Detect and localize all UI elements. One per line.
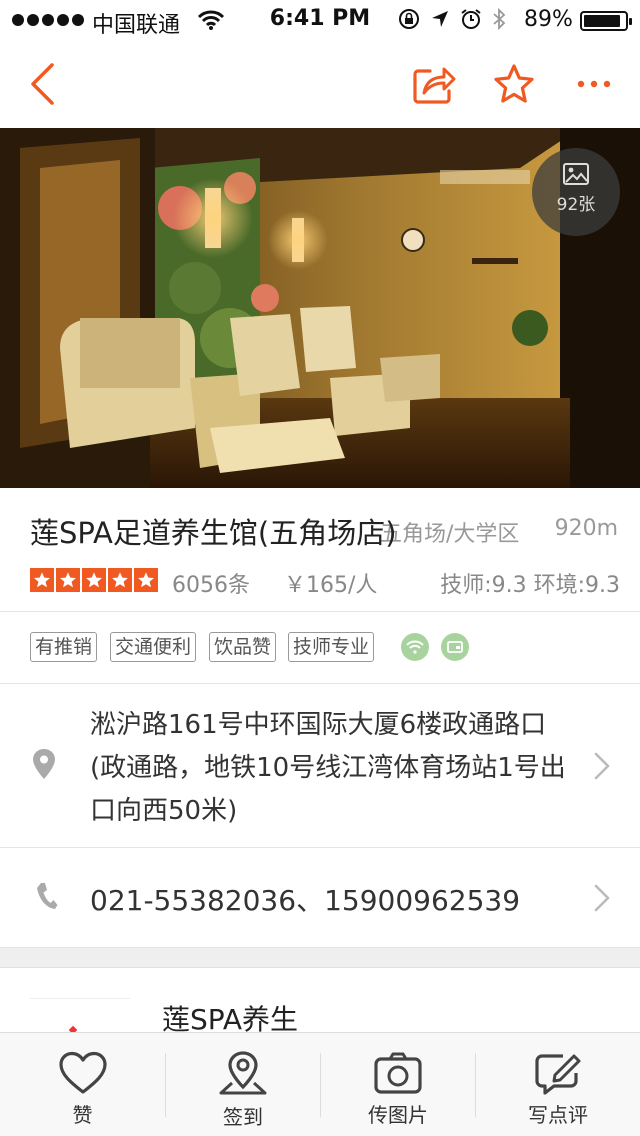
tag-item: 交通便利 xyxy=(110,632,197,662)
review-count[interactable]: 6056条 xyxy=(172,567,250,599)
navigation-bar xyxy=(0,40,640,128)
phone-icon xyxy=(37,883,58,909)
tag-item: 饮品赞 xyxy=(209,632,277,662)
like-label: 赞 xyxy=(72,1103,93,1127)
tag-item: 有推销 xyxy=(30,632,98,662)
shop-photo[interactable]: 92张 xyxy=(0,128,640,488)
bluetooth-icon xyxy=(493,8,506,30)
phone-number: 021-55382036、15900962539 xyxy=(90,884,521,917)
location-arrow-icon xyxy=(432,11,448,27)
chevron-left-icon xyxy=(31,63,54,105)
alarm-icon xyxy=(461,9,481,29)
chevron-right-icon xyxy=(594,752,610,780)
star-icon xyxy=(56,568,80,592)
shop-info: 五角场/大学区 莲SPA足道养生馆(五角场店) 920m 6056条 ￥165/… xyxy=(0,488,640,612)
card-payment-icon xyxy=(441,633,469,661)
address-row[interactable]: 淞沪路161号中环国际大厦6楼政通路口(政通路，地铁10号线江湾体育场站1号出口… xyxy=(0,684,640,848)
service-scores: 技师:9.3 环境:9.3 xyxy=(440,573,620,598)
bottom-action-bar: 赞 签到 传图片 写点评 xyxy=(0,1032,640,1136)
image-icon xyxy=(563,163,589,185)
rotation-lock-icon xyxy=(399,9,419,29)
status-bar: 中国联通 6:41 PM 89% xyxy=(0,0,640,40)
more-button[interactable] xyxy=(570,60,618,108)
more-icon xyxy=(577,80,611,88)
camera-icon xyxy=(374,1052,422,1094)
write-review-label: 写点评 xyxy=(528,1103,588,1127)
shop-area[interactable]: 五角场/大学区 xyxy=(380,516,519,548)
feature-tags: 有推销 交通便利 饮品赞 技师专业 xyxy=(0,612,640,684)
photo-count-badge[interactable]: 92张 xyxy=(532,148,620,236)
tag-item: 技师专业 xyxy=(288,632,375,662)
share-button[interactable] xyxy=(410,60,458,108)
battery-percentage: 89% xyxy=(524,7,573,32)
upload-photo-button[interactable]: 传图片 xyxy=(321,1033,475,1136)
location-pin-icon xyxy=(33,749,55,779)
battery-icon xyxy=(580,11,632,31)
section-divider xyxy=(0,948,640,968)
back-button[interactable] xyxy=(18,60,66,108)
location-pin-icon xyxy=(219,1051,267,1095)
average-price: ￥165/人 xyxy=(284,573,378,598)
star-icon xyxy=(134,568,158,592)
star-icon xyxy=(30,568,54,592)
rating-stars xyxy=(30,568,158,592)
wifi-icon xyxy=(401,633,429,661)
check-in-label: 签到 xyxy=(223,1105,263,1129)
shop-distance: 920m xyxy=(554,516,618,541)
star-outline-icon xyxy=(494,64,534,103)
shop-name: 莲SPA足道养生馆(五角场店) xyxy=(30,516,397,550)
favorite-button[interactable] xyxy=(490,60,538,108)
share-icon xyxy=(413,67,456,104)
photo-count-label: 92张 xyxy=(556,195,596,215)
write-review-button[interactable]: 写点评 xyxy=(476,1033,640,1136)
address-text: 淞沪路161号中环国际大厦6楼政通路口(政通路，地铁10号线江湾体育场站1号出口… xyxy=(90,710,566,826)
related-deal-card[interactable]: 莲SPA养生 xyxy=(0,968,640,1038)
edit-icon xyxy=(535,1054,581,1095)
like-button[interactable]: 赞 xyxy=(0,1033,165,1136)
chevron-right-icon xyxy=(594,884,610,912)
star-icon xyxy=(108,568,132,592)
check-in-button[interactable]: 签到 xyxy=(166,1033,320,1136)
upload-photo-label: 传图片 xyxy=(368,1103,428,1127)
phone-row[interactable]: 021-55382036、15900962539 xyxy=(0,848,640,948)
heart-icon xyxy=(58,1051,107,1094)
star-icon xyxy=(82,568,106,592)
